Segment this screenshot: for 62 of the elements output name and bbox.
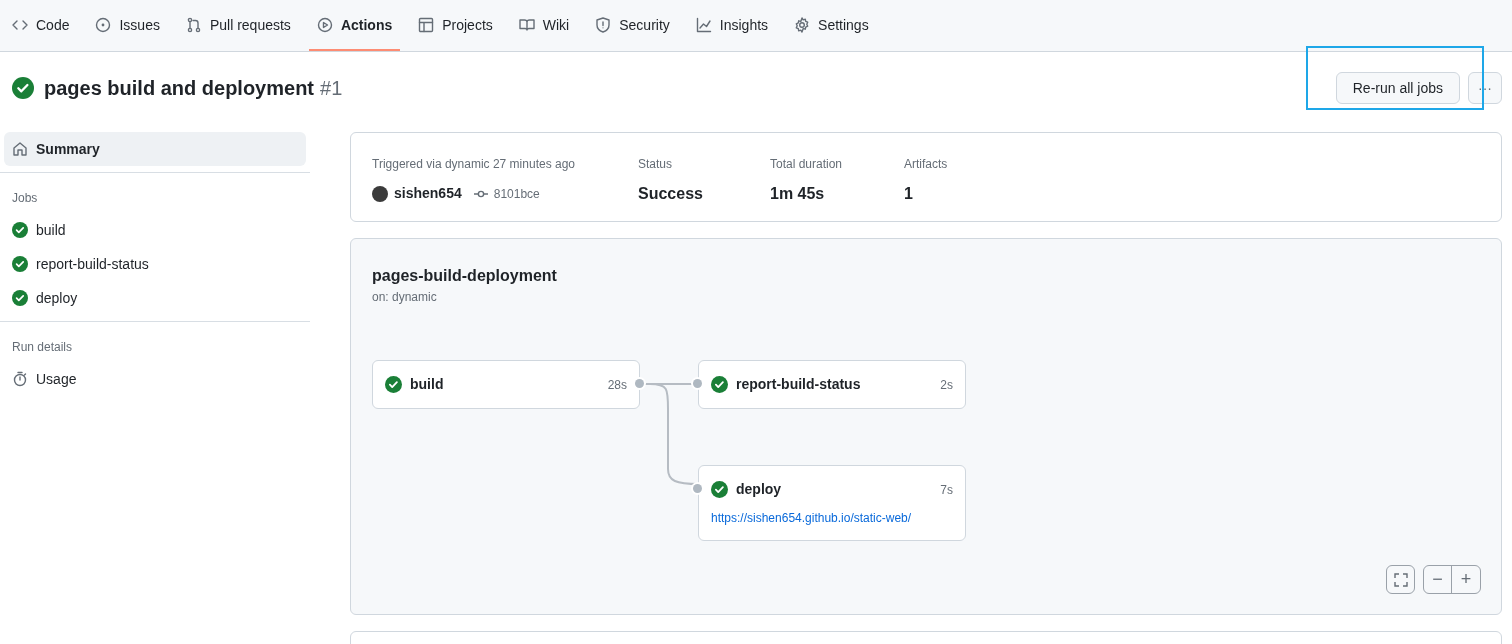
- job-name: build: [410, 375, 445, 394]
- check-circle-icon: [711, 376, 728, 393]
- job-node[interactable]: build 28s: [372, 360, 640, 409]
- fullscreen-button[interactable]: [1386, 565, 1415, 594]
- job-duration: 7s: [940, 481, 953, 499]
- job-node[interactable]: report-build-status 2s: [698, 360, 966, 409]
- home-icon: [12, 141, 28, 157]
- job-node[interactable]: deploy 7s https://sishen654.github.io/static-web/: [698, 465, 966, 541]
- job-name: deploy: [736, 480, 783, 499]
- stat-label: Status: [638, 156, 674, 173]
- stat-value: 1m 45s: [770, 184, 826, 204]
- sidebar-item[interactable]: deploy: [4, 281, 306, 315]
- run-number: #1: [320, 76, 343, 101]
- stat-value: 1: [904, 184, 914, 204]
- avatar-icon: [372, 185, 388, 202]
- nav-tab[interactable]: Security: [587, 1, 678, 51]
- sidebar-item[interactable]: build: [4, 213, 306, 247]
- zoom-in-button[interactable]: +: [1452, 566, 1480, 593]
- check-circle-icon: [12, 256, 28, 272]
- jobs-heading: Jobs: [11, 190, 39, 207]
- line-chart-icon: [695, 17, 712, 33]
- job-duration: 28s: [607, 376, 627, 394]
- sidebar-item[interactable]: Usage: [4, 362, 306, 396]
- fullscreen-icon: [1393, 572, 1408, 587]
- run-title: pages build and deployment: [44, 76, 315, 101]
- commit-link[interactable]: 8101bce: [493, 184, 540, 203]
- nav-tab[interactable]: Pull requests: [177, 1, 299, 51]
- gear-icon: [794, 17, 811, 33]
- check-circle-icon: [12, 222, 28, 238]
- workflow-trigger: on: dynamic: [372, 289, 437, 306]
- check-circle-icon: [12, 290, 28, 306]
- book-icon: [518, 17, 535, 33]
- sidebar-item[interactable]: Summary: [4, 132, 306, 166]
- stat-label: Artifacts: [904, 156, 949, 173]
- zoom-out-button[interactable]: −: [1424, 566, 1452, 593]
- nav-tab[interactable]: Projects: [410, 1, 501, 51]
- run-details-heading: Run details: [11, 339, 74, 356]
- nav-tab[interactable]: Wiki: [510, 1, 578, 51]
- check-circle-icon: [711, 481, 728, 498]
- stat-label: Total duration: [770, 156, 844, 173]
- job-name: report-build-status: [736, 375, 862, 394]
- sidebar-item[interactable]: report-build-status: [4, 247, 306, 281]
- job-duration: 2s: [940, 376, 953, 394]
- stat-value: Success: [638, 184, 704, 204]
- circle-dot-icon: [95, 17, 112, 33]
- pull-request-icon: [185, 17, 202, 33]
- shield-icon: [595, 17, 612, 33]
- nav-tab[interactable]: Settings: [786, 1, 877, 51]
- user-link[interactable]: sishen654: [394, 183, 462, 204]
- trigger-text: Triggered via dynamic 27 minutes ago: [372, 156, 576, 173]
- nav-tab[interactable]: Insights: [687, 1, 777, 51]
- nav-tab[interactable]: Issues: [87, 1, 168, 51]
- workflow-name: pages-build-deployment: [372, 266, 557, 286]
- play-icon: [316, 17, 333, 33]
- nav-tab[interactable]: Code: [4, 1, 78, 51]
- deployment-link[interactable]: https://sishen654.github.io/static-web/: [711, 509, 953, 527]
- more-button[interactable]: ···: [1468, 72, 1502, 104]
- rerun-button[interactable]: Re-run all jobs: [1335, 72, 1460, 104]
- check-circle-icon: [385, 376, 402, 393]
- table-icon: [418, 17, 435, 33]
- nav-tab[interactable]: Actions: [308, 1, 401, 51]
- stopwatch-icon: [12, 371, 28, 387]
